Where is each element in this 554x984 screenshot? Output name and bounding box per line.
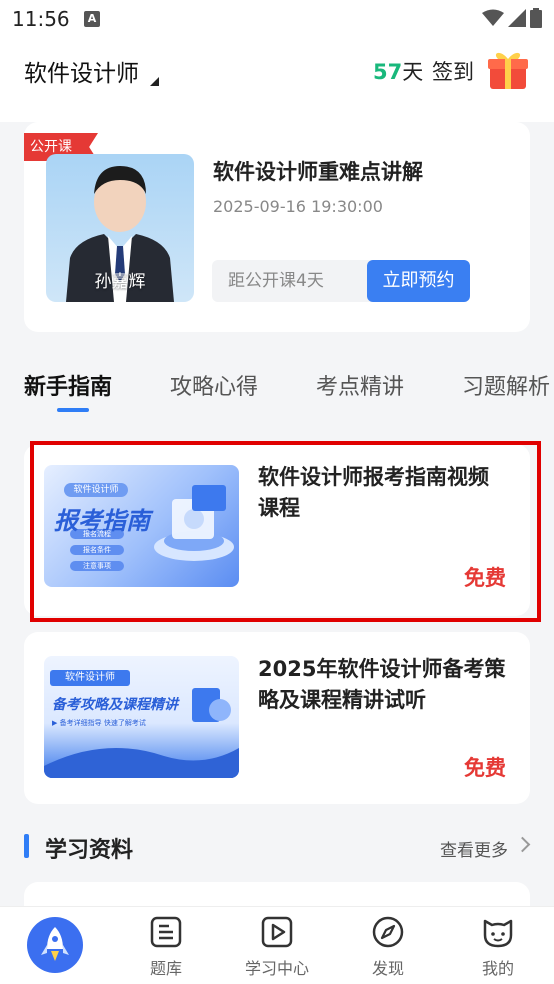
nav-home[interactable] xyxy=(27,917,83,973)
nav-question-bank[interactable]: 题库 xyxy=(121,915,211,979)
dropdown-caret-icon[interactable] xyxy=(150,77,159,86)
course-title[interactable]: 2025年软件设计师备考策略及课程精讲试听 xyxy=(258,654,508,716)
tab-beginner-guide[interactable]: 新手指南 xyxy=(24,369,112,401)
nav-discover[interactable]: 发现 xyxy=(343,915,433,979)
battery-icon xyxy=(530,8,542,28)
compass-icon xyxy=(372,916,404,948)
question-bank-icon xyxy=(150,916,182,948)
nav-label: 学习中心 xyxy=(244,959,309,978)
nav-label: 发现 xyxy=(371,959,404,978)
thumb-subtitle: ▶ 备考详细指导 快速了解考试 xyxy=(52,719,146,727)
thumb-heading: 备考攻略及课程精讲 xyxy=(52,697,178,713)
active-tab-indicator xyxy=(57,408,89,412)
section-title: 学习资料 xyxy=(45,838,134,863)
notification-icon: A xyxy=(84,11,100,27)
teacher-photo: 孙嘉辉 xyxy=(46,154,194,302)
wifi-icon xyxy=(482,9,504,26)
gift-icon[interactable] xyxy=(486,47,530,91)
nav-profile[interactable]: 我的 xyxy=(453,915,543,979)
rocket-icon xyxy=(41,927,69,961)
streak-unit: 天 xyxy=(402,60,424,84)
nav-learning-center[interactable]: 学习中心 xyxy=(232,915,322,979)
signal-icon xyxy=(508,9,526,27)
streak-number: 57 xyxy=(373,60,403,84)
view-more-link[interactable]: 查看更多 xyxy=(440,836,508,861)
status-bar: 11:56 A xyxy=(0,0,554,36)
open-class-countdown: 距公开课4天 xyxy=(212,260,372,302)
app-header: 软件设计师 57天 签到 xyxy=(0,36,554,122)
bottom-nav: 题库 学习中心 发现 我的 xyxy=(0,906,554,984)
open-class-title[interactable]: 软件设计师重难点讲解 xyxy=(213,156,423,186)
chevron-right-icon[interactable] xyxy=(514,836,531,853)
reserve-button[interactable]: 立即预约 xyxy=(367,260,470,302)
tab-exercise-analysis[interactable]: 习题解析 xyxy=(462,369,550,401)
category-tabs: 新手指南 攻略心得 考点精讲 习题解析 xyxy=(0,355,554,417)
study-materials-header: 学习资料 查看更多 xyxy=(24,830,531,864)
open-class-datetime: 2025-09-16 19:30:00 xyxy=(213,197,383,216)
exam-selector[interactable]: 软件设计师 xyxy=(24,54,139,88)
thumb-tag: 软件设计师 xyxy=(65,672,115,683)
section-accent-bar xyxy=(24,834,29,858)
nav-label: 题库 xyxy=(149,959,182,978)
play-icon xyxy=(261,916,293,948)
tab-key-points[interactable]: 考点精讲 xyxy=(316,369,404,401)
nav-label: 我的 xyxy=(481,959,514,978)
highlight-box xyxy=(30,441,541,622)
course-thumbnail: 软件设计师 备考攻略及课程精讲 ▶ 备考详细指导 快速了解考试 xyxy=(44,656,239,778)
cat-face-icon xyxy=(483,919,513,948)
course-price: 免费 xyxy=(464,756,506,780)
streak-counter: 57天 xyxy=(373,56,423,86)
tab-strategy-tips[interactable]: 攻略心得 xyxy=(170,369,258,401)
teacher-name: 孙嘉辉 xyxy=(94,272,146,292)
checkin-button[interactable]: 签到 xyxy=(432,56,474,86)
status-time: 11:56 xyxy=(12,7,70,31)
